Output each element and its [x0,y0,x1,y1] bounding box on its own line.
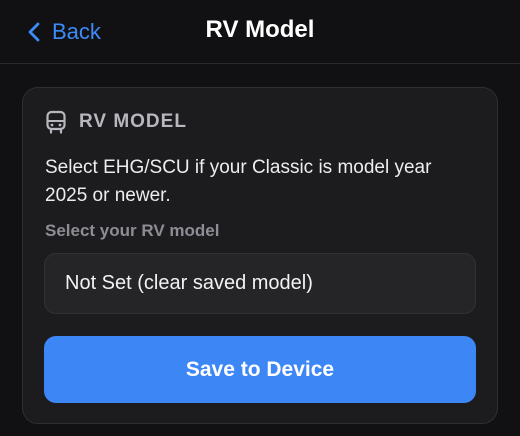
page-title: RV Model [205,16,315,43]
rv-model-select[interactable]: Not Set (clear saved model) [44,253,476,314]
app-screen: Back RV Model RV MODEL Select EHG/SCU if… [0,0,520,436]
save-button-label: Save to Device [185,357,335,381]
navigation-bar: Back RV Model [0,0,520,64]
card-description: Select EHG/SCU if your Classic is model … [45,157,432,206]
bus-icon [45,110,67,134]
rv-model-card: RV MODEL Select EHG/SCU if your Classic … [22,87,498,424]
rv-model-select-label: Select your RV model [45,221,220,240]
card-title: RV MODEL [79,111,187,132]
save-to-device-button[interactable]: Save to Device [44,336,476,403]
rv-model-select-value: Not Set (clear saved model) [65,272,313,294]
card-header: RV MODEL [45,110,187,134]
